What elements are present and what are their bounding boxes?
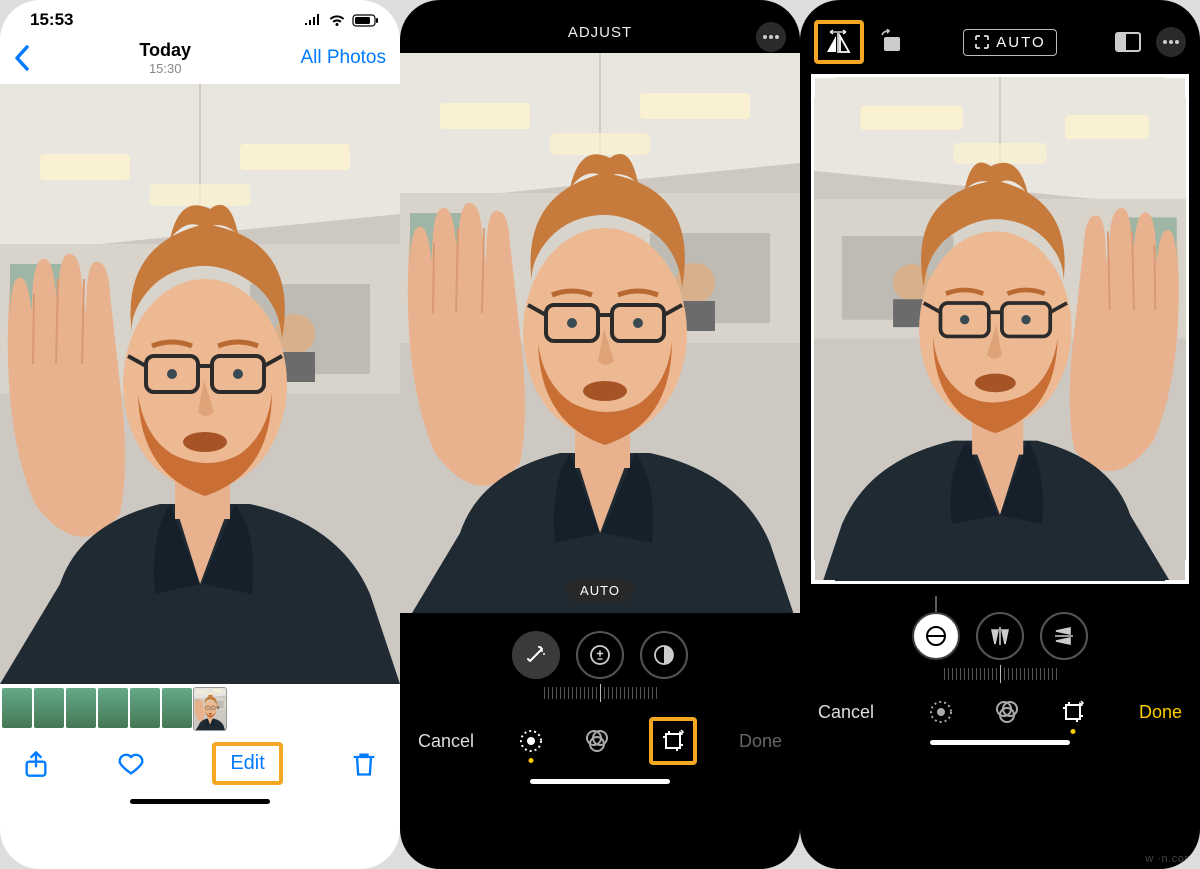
filters-mode-button[interactable] bbox=[993, 698, 1021, 726]
crop-handle-bl[interactable] bbox=[811, 560, 835, 584]
thumbnail[interactable] bbox=[2, 688, 32, 728]
more-button[interactable] bbox=[1156, 27, 1186, 57]
crop-tools-row bbox=[800, 584, 1200, 666]
contrast-icon bbox=[652, 643, 676, 667]
crop-mode-button[interactable] bbox=[659, 727, 687, 755]
crop-icon bbox=[1059, 698, 1087, 726]
edit-crop-panel: AUTO Cancel bbox=[800, 0, 1200, 869]
ellipsis-icon bbox=[762, 34, 780, 40]
aspect-ratio-button[interactable] bbox=[1114, 31, 1142, 53]
contrast-button[interactable] bbox=[640, 631, 688, 679]
filters-icon bbox=[583, 727, 611, 755]
thumbnail[interactable] bbox=[98, 688, 128, 728]
magic-wand-button[interactable] bbox=[512, 631, 560, 679]
nav-bar: Today 15:30 All Photos bbox=[0, 34, 400, 84]
nav-subtitle: 15:30 bbox=[139, 61, 191, 76]
edit-button[interactable]: Edit bbox=[212, 742, 282, 785]
delete-button[interactable] bbox=[350, 750, 378, 778]
horizontal-perspective-icon bbox=[1052, 624, 1076, 648]
all-photos-button[interactable]: All Photos bbox=[300, 47, 386, 69]
favorite-button[interactable] bbox=[117, 750, 145, 778]
auto-crop-icon bbox=[974, 34, 990, 50]
vertical-perspective-icon bbox=[988, 624, 1012, 648]
bottom-toolbar: Edit bbox=[0, 728, 400, 785]
thumbnail[interactable] bbox=[66, 688, 96, 728]
more-button[interactable] bbox=[756, 22, 786, 52]
edit-bottom-bar: Cancel Done bbox=[800, 688, 1200, 726]
straighten-icon bbox=[924, 624, 948, 648]
back-button[interactable] bbox=[14, 45, 30, 71]
plus-minus-icon bbox=[588, 643, 612, 667]
thumbnail-selected[interactable] bbox=[194, 688, 226, 730]
done-button[interactable]: Done bbox=[739, 731, 782, 752]
rotate-button[interactable] bbox=[878, 29, 906, 55]
edit-adjust-panel: ADJUST AUTO Cancel bbox=[400, 0, 800, 869]
nav-title: Today bbox=[139, 40, 191, 61]
status-bar: 15:53 bbox=[0, 0, 400, 34]
thumbnail[interactable] bbox=[162, 688, 192, 728]
watermark: w ·n.com bbox=[1145, 853, 1194, 865]
cancel-button[interactable]: Cancel bbox=[818, 702, 874, 723]
thumbnail-strip[interactable] bbox=[0, 684, 400, 728]
battery-icon bbox=[352, 14, 380, 27]
rotate-icon bbox=[878, 29, 906, 55]
edit-bottom-bar: Cancel Done bbox=[400, 707, 800, 765]
adjust-dial-icon bbox=[517, 727, 545, 755]
crop-mode-button[interactable] bbox=[1059, 698, 1087, 726]
flip-horizontal-icon bbox=[824, 28, 854, 56]
adjust-mode-button[interactable] bbox=[517, 727, 545, 755]
rotate-slider[interactable] bbox=[800, 666, 1200, 688]
done-button[interactable]: Done bbox=[1139, 702, 1182, 723]
flip-highlight bbox=[814, 20, 864, 64]
adjust-slider[interactable] bbox=[400, 685, 800, 707]
wifi-icon bbox=[328, 14, 346, 27]
adjust-dial-icon bbox=[927, 698, 955, 726]
status-icons bbox=[304, 14, 380, 27]
aspect-ratio-icon bbox=[1114, 31, 1142, 53]
crop-auto-button[interactable]: AUTO bbox=[963, 29, 1056, 56]
home-indicator[interactable] bbox=[930, 740, 1070, 745]
adjust-tools-row bbox=[400, 613, 800, 685]
ellipsis-icon bbox=[1162, 39, 1180, 45]
photo-main[interactable] bbox=[0, 84, 400, 684]
filters-mode-button[interactable] bbox=[583, 727, 611, 755]
crop-top-bar: AUTO bbox=[800, 0, 1200, 74]
crop-handle-tr[interactable] bbox=[1165, 74, 1189, 98]
edit-mode-row bbox=[517, 717, 697, 765]
wand-icon bbox=[524, 643, 548, 667]
crop-handle-br[interactable] bbox=[1165, 560, 1189, 584]
crop-handle-tl[interactable] bbox=[811, 74, 835, 98]
vertical-perspective-button[interactable] bbox=[976, 612, 1024, 660]
crop-auto-label: AUTO bbox=[996, 34, 1045, 51]
crop-mode-highlight bbox=[649, 717, 697, 765]
adjust-label: ADJUST bbox=[568, 24, 632, 41]
thumbnail[interactable] bbox=[130, 688, 160, 728]
exposure-button[interactable] bbox=[576, 631, 624, 679]
straighten-button[interactable] bbox=[912, 612, 960, 660]
nav-title-group: Today 15:30 bbox=[139, 40, 191, 76]
auto-pill[interactable]: AUTO bbox=[566, 578, 634, 603]
edit-mode-row bbox=[927, 698, 1087, 726]
horizontal-perspective-button[interactable] bbox=[1040, 612, 1088, 660]
filters-icon bbox=[993, 698, 1021, 726]
flip-horizontal-button[interactable] bbox=[824, 28, 854, 56]
photos-viewer-panel: 15:53 Today 15:30 All Photos bbox=[0, 0, 400, 869]
crop-icon bbox=[659, 727, 687, 755]
photo-edit-canvas[interactable]: AUTO bbox=[400, 53, 800, 613]
crop-canvas[interactable] bbox=[811, 74, 1189, 584]
share-button[interactable] bbox=[22, 750, 50, 778]
cancel-button[interactable]: Cancel bbox=[418, 731, 474, 752]
cellular-icon bbox=[304, 14, 322, 26]
home-indicator[interactable] bbox=[130, 799, 270, 804]
home-indicator[interactable] bbox=[530, 779, 670, 784]
adjust-mode-button[interactable] bbox=[927, 698, 955, 726]
thumbnail[interactable] bbox=[34, 688, 64, 728]
edit-top-bar: ADJUST bbox=[400, 0, 800, 53]
status-time: 15:53 bbox=[30, 10, 73, 30]
